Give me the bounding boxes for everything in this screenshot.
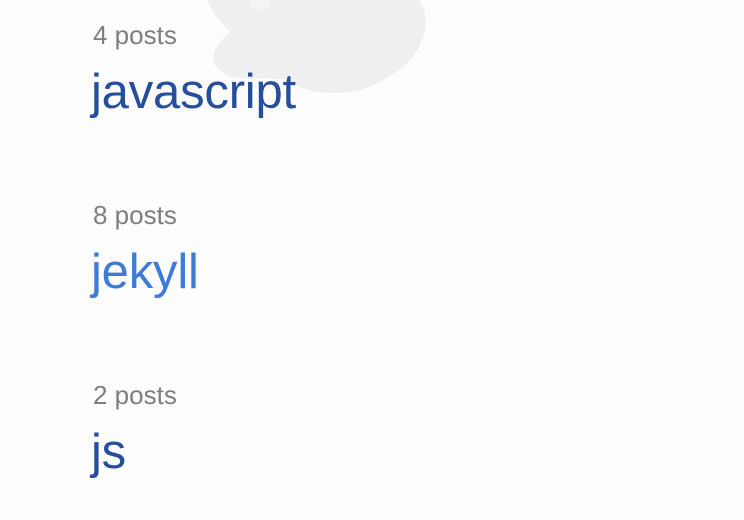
post-count: 4 posts — [93, 20, 177, 50]
post-count: 2 posts — [93, 380, 177, 410]
tag-link-javascript[interactable]: javascript — [91, 64, 296, 120]
tag-link-js[interactable]: js — [91, 424, 126, 480]
tag-link-jekyll[interactable]: jekyll — [91, 244, 199, 300]
tag-index-page: { "colors": { "background": "#fdfdfd", "… — [0, 0, 744, 520]
post-count: 8 posts — [93, 200, 177, 230]
